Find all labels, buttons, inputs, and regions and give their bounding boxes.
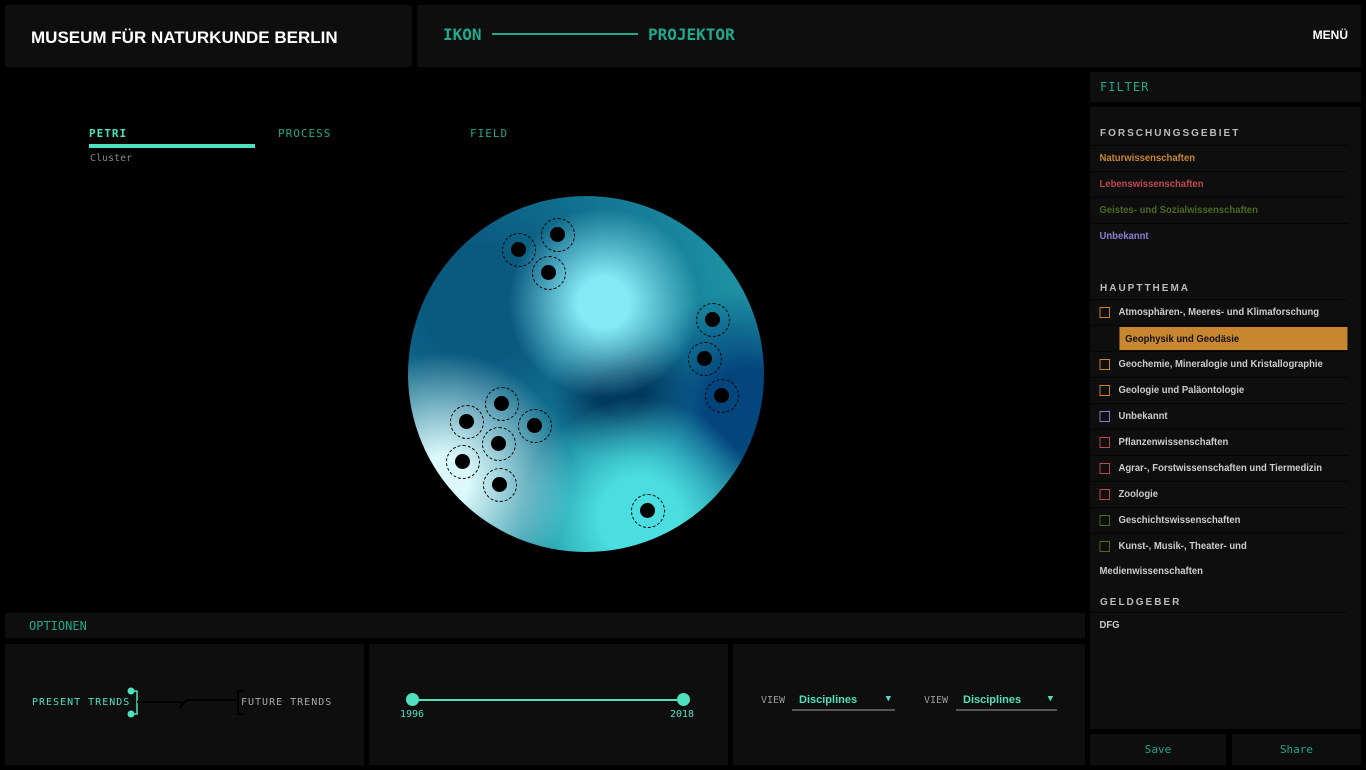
checkbox[interactable] (1099, 540, 1110, 552)
forschungsgebiet-label: Lebenswissenschaften (1099, 179, 1204, 190)
trend-toggle-panel: PRESENT TRENDS FUTURE TRENDS (5, 644, 364, 765)
hauptthema-label: Agrar-, Forstwissenschaften und Tiermedi… (1118, 463, 1323, 474)
hauptthema-item[interactable]: Pflanzenwissenschaften (1090, 429, 1348, 454)
hauptthema-label: Geologie und Paläontologie (1118, 385, 1245, 396)
nav-ikon[interactable]: IKON (443, 25, 482, 44)
checkbox[interactable] (1099, 462, 1110, 474)
forschungsgebiet-label: Naturwissenschaften (1099, 153, 1196, 164)
cluster-node[interactable] (688, 342, 722, 376)
cluster-node[interactable] (502, 233, 536, 267)
geldgeber-item[interactable]: DFG (1090, 612, 1348, 637)
chevron-down-icon: ▼ (1047, 694, 1053, 704)
hauptthema-item[interactable]: Geologie und Paläontologie (1090, 377, 1348, 402)
cluster-node[interactable] (541, 218, 575, 252)
forschungsgebiet-item[interactable]: Unbekannt (1090, 223, 1348, 248)
share-button[interactable]: Share (1232, 734, 1361, 765)
top-bar: IKON PROJEKTOR MENÜ (417, 5, 1361, 67)
nav-connector (492, 33, 638, 35)
hauptthema-item[interactable]: Zoologie (1090, 481, 1348, 506)
hauptthema-label: Zoologie (1118, 489, 1159, 500)
hauptthema-label: Unbekannt (1118, 411, 1168, 422)
geldgeber-title: GELDGEBER (1100, 597, 1182, 608)
tab-petri[interactable]: PETRI (89, 127, 127, 140)
save-button[interactable]: Save (1090, 734, 1226, 765)
hauptthema-label: Geochemie, Mineralogie und Kristallograp… (1118, 359, 1323, 370)
forschungsgebiet-label: Unbekannt (1099, 231, 1149, 242)
tab-field[interactable]: FIELD (470, 127, 508, 140)
year-end-label: 2018 (670, 709, 695, 720)
cluster-node[interactable] (532, 256, 566, 290)
view2-label: VIEW (924, 695, 949, 706)
view-subtitle: Cluster (90, 153, 133, 164)
view2-value: Disciplines (963, 694, 1022, 706)
hauptthema-label: Geschichtswissenschaften (1118, 515, 1241, 526)
brand-header: MUSEUM FÜR NATURKUNDE BERLIN (5, 5, 412, 67)
cluster-node[interactable] (446, 445, 480, 479)
year-end-handle[interactable] (677, 693, 690, 706)
view2-select[interactable]: Disciplines ▼ (956, 691, 1057, 711)
year-start-label: 1996 (400, 709, 425, 720)
cluster-node[interactable] (696, 303, 730, 337)
chevron-down-icon: ▼ (885, 694, 891, 704)
hauptthema-item[interactable]: Unbekannt (1090, 403, 1348, 428)
checkbox[interactable] (1099, 514, 1110, 526)
hauptthema-label: Atmosphären-, Meeres- und Klimaforschung (1118, 307, 1320, 318)
checkbox[interactable] (1099, 384, 1110, 396)
checkbox[interactable] (1099, 488, 1110, 500)
checkbox[interactable] (1099, 306, 1110, 318)
hauptthema-label: Geophysik und Geodäsie (1125, 334, 1240, 345)
trend-toggle-switch[interactable] (123, 684, 245, 720)
cluster-node[interactable] (705, 379, 739, 413)
forschungsgebiet-item[interactable]: Naturwissenschaften (1090, 145, 1348, 170)
hauptthema-item[interactable]: Geschichtswissenschaften (1090, 507, 1348, 532)
forschungsgebiet-label: Geistes- und Sozialwissenschaften (1099, 205, 1258, 216)
cluster-node[interactable] (482, 427, 516, 461)
hauptthema-item[interactable]: Geophysik und Geodäsie (1090, 325, 1348, 350)
view1-select[interactable]: Disciplines ▼ (792, 691, 895, 711)
cluster-node[interactable] (518, 409, 552, 443)
hauptthema-item[interactable]: Agrar-, Forstwissenschaften und Tiermedi… (1090, 455, 1348, 480)
options-title: OPTIONEN (29, 619, 87, 633)
active-tab-indicator (89, 144, 255, 148)
hauptthema-item[interactable]: Atmosphären-, Meeres- und Klimaforschung (1090, 299, 1348, 324)
forschungsgebiet-item[interactable]: Geistes- und Sozialwissenschaften (1090, 197, 1348, 222)
hauptthema-item[interactable]: Kunst-, Musik-, Theater- und Medienwisse… (1090, 533, 1348, 577)
year-range-track (412, 699, 683, 701)
hauptthema-item[interactable]: Geochemie, Mineralogie und Kristallograp… (1090, 351, 1348, 376)
filter-title: FILTER (1100, 80, 1150, 94)
checkbox[interactable] (1099, 436, 1110, 448)
cluster-node[interactable] (631, 494, 665, 528)
tab-process[interactable]: PROCESS (278, 127, 331, 140)
year-start-handle[interactable] (406, 693, 419, 706)
filter-header: FILTER (1090, 72, 1361, 102)
hauptthema-title: HAUPTTHEMA (1100, 283, 1190, 294)
forschung-title: FORSCHUNGSGEBIET (1100, 128, 1241, 139)
cluster-node[interactable] (483, 468, 517, 502)
cluster-node[interactable] (485, 387, 519, 421)
year-range-panel: 1996 2018 (369, 644, 728, 765)
view-panel: VIEW Disciplines ▼ VIEW Disciplines ▼ (733, 644, 1085, 765)
brand-title[interactable]: MUSEUM FÜR NATURKUNDE BERLIN (31, 28, 338, 48)
cluster-node[interactable] (450, 405, 484, 439)
future-trends-label[interactable]: FUTURE TRENDS (241, 697, 332, 708)
view1-value: Disciplines (799, 694, 858, 706)
checkbox[interactable] (1099, 410, 1110, 422)
present-trends-label[interactable]: PRESENT TRENDS (32, 697, 130, 708)
hauptthema-label: Pflanzenwissenschaften (1118, 437, 1229, 448)
checkbox[interactable] (1099, 358, 1110, 370)
options-header: OPTIONEN (5, 613, 1085, 638)
forschungsgebiet-item[interactable]: Lebenswissenschaften (1090, 171, 1348, 196)
menu-button[interactable]: MENÜ (1313, 28, 1348, 42)
view1-label: VIEW (761, 695, 786, 706)
nav-projektor[interactable]: PROJEKTOR (648, 25, 735, 44)
geldgeber-label: DFG (1099, 620, 1120, 631)
